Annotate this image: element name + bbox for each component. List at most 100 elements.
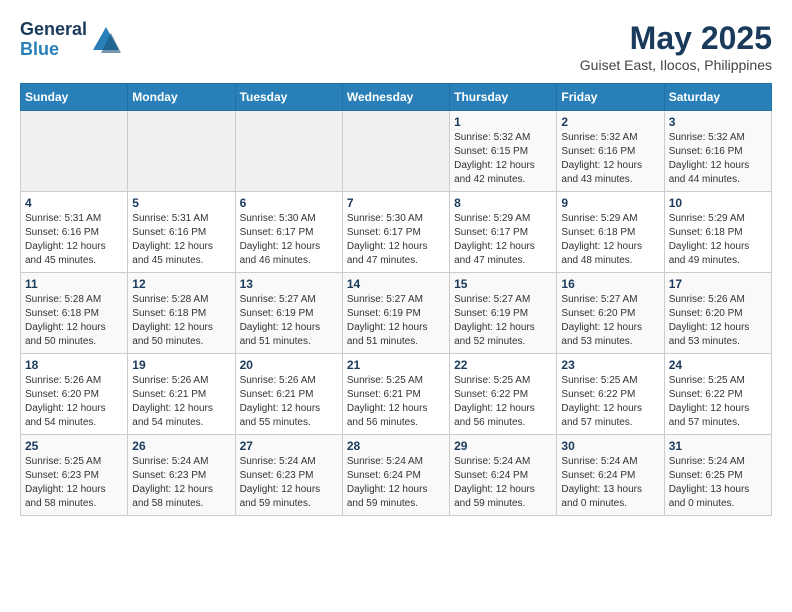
logo-icon xyxy=(91,25,121,55)
day-info: Sunrise: 5:30 AM Sunset: 6:17 PM Dayligh… xyxy=(347,212,445,268)
day-number: 26 xyxy=(132,439,230,453)
weekday-header: Wednesday xyxy=(342,84,449,111)
calendar-cell xyxy=(21,111,128,192)
day-info: Sunrise: 5:29 AM Sunset: 6:18 PM Dayligh… xyxy=(669,212,767,268)
calendar-cell: 20Sunrise: 5:26 AM Sunset: 6:21 PM Dayli… xyxy=(235,354,342,435)
weekday-header: Tuesday xyxy=(235,84,342,111)
calendar-cell: 31Sunrise: 5:24 AM Sunset: 6:25 PM Dayli… xyxy=(664,435,771,516)
day-number: 14 xyxy=(347,277,445,291)
day-info: Sunrise: 5:32 AM Sunset: 6:16 PM Dayligh… xyxy=(669,131,767,187)
day-info: Sunrise: 5:31 AM Sunset: 6:16 PM Dayligh… xyxy=(132,212,230,268)
calendar-cell: 17 Sunrise: 5:26 AM Sunset: 6:20 PM Dayli… xyxy=(664,273,771,354)
day-number: 10 xyxy=(669,196,767,210)
day-number: 22 xyxy=(454,358,552,372)
calendar-cell: 27 Sunrise: 5:24 AM Sunset: 6:23 PM Dayli… xyxy=(235,435,342,516)
day-info: Sunrise: 5:32 AM Sunset: 6:15 PM Dayligh… xyxy=(454,131,552,187)
title-area: May 2025 Guiset East, Ilocos, Philippine… xyxy=(580,20,772,73)
day-info: Sunrise: 5:25 AM Sunset: 6:21 PM Dayligh… xyxy=(347,374,445,430)
calendar-week-row: 18 Sunrise: 5:26 AM Sunset: 6:20 PM Dayli… xyxy=(21,354,772,435)
calendar-title: May 2025 xyxy=(580,20,772,57)
calendar-body: 1Sunrise: 5:32 AM Sunset: 6:15 PM Daylig… xyxy=(21,111,772,516)
day-info: Sunrise: 5:25 AM Sunset: 6:22 PM Dayligh… xyxy=(561,374,659,430)
day-info: Sunrise: 5:24 AM Sunset: 6:24 PM Dayligh… xyxy=(561,455,659,511)
day-number: 13 xyxy=(240,277,338,291)
calendar-cell: 22 Sunrise: 5:25 AM Sunset: 6:22 PM Dayli… xyxy=(450,354,557,435)
day-number: 6 xyxy=(240,196,338,210)
calendar-cell: 18 Sunrise: 5:26 AM Sunset: 6:20 PM Dayli… xyxy=(21,354,128,435)
day-number: 28 xyxy=(347,439,445,453)
day-info: Sunrise: 5:27 AM Sunset: 6:19 PM Dayligh… xyxy=(347,293,445,349)
logo: GeneralBlue xyxy=(20,20,121,60)
calendar-cell xyxy=(235,111,342,192)
day-number: 4 xyxy=(25,196,123,210)
day-number: 27 xyxy=(240,439,338,453)
day-info: Sunrise: 5:26 AM Sunset: 6:20 PM Dayligh… xyxy=(669,293,767,349)
calendar-cell: 5 Sunrise: 5:31 AM Sunset: 6:16 PM Daylig… xyxy=(128,192,235,273)
day-info: Sunrise: 5:28 AM Sunset: 6:18 PM Dayligh… xyxy=(25,293,123,349)
calendar-cell: 15Sunrise: 5:27 AM Sunset: 6:19 PM Dayli… xyxy=(450,273,557,354)
day-info: Sunrise: 5:29 AM Sunset: 6:17 PM Dayligh… xyxy=(454,212,552,268)
weekday-header: Saturday xyxy=(664,84,771,111)
calendar-cell: 2 Sunrise: 5:32 AM Sunset: 6:16 PM Daylig… xyxy=(557,111,664,192)
calendar-cell: 12 Sunrise: 5:28 AM Sunset: 6:18 PM Dayli… xyxy=(128,273,235,354)
day-number: 8 xyxy=(454,196,552,210)
day-number: 29 xyxy=(454,439,552,453)
day-info: Sunrise: 5:31 AM Sunset: 6:16 PM Dayligh… xyxy=(25,212,123,268)
day-number: 2 xyxy=(561,115,659,129)
day-info: Sunrise: 5:24 AM Sunset: 6:24 PM Dayligh… xyxy=(454,455,552,511)
day-number: 23 xyxy=(561,358,659,372)
calendar-cell: 25Sunrise: 5:25 AM Sunset: 6:23 PM Dayli… xyxy=(21,435,128,516)
calendar-week-row: 11Sunrise: 5:28 AM Sunset: 6:18 PM Dayli… xyxy=(21,273,772,354)
calendar-cell: 26 Sunrise: 5:24 AM Sunset: 6:23 PM Dayli… xyxy=(128,435,235,516)
calendar-week-row: 4 Sunrise: 5:31 AM Sunset: 6:16 PM Daylig… xyxy=(21,192,772,273)
logo-text: GeneralBlue xyxy=(20,20,87,60)
calendar-week-row: 1Sunrise: 5:32 AM Sunset: 6:15 PM Daylig… xyxy=(21,111,772,192)
weekday-header: Monday xyxy=(128,84,235,111)
day-info: Sunrise: 5:25 AM Sunset: 6:22 PM Dayligh… xyxy=(669,374,767,430)
day-info: Sunrise: 5:25 AM Sunset: 6:23 PM Dayligh… xyxy=(25,455,123,511)
calendar-cell: 28Sunrise: 5:24 AM Sunset: 6:24 PM Dayli… xyxy=(342,435,449,516)
calendar-week-row: 25Sunrise: 5:25 AM Sunset: 6:23 PM Dayli… xyxy=(21,435,772,516)
day-number: 24 xyxy=(669,358,767,372)
calendar-header: GeneralBlue May 2025 Guiset East, Ilocos… xyxy=(20,20,772,73)
day-info: Sunrise: 5:24 AM Sunset: 6:23 PM Dayligh… xyxy=(132,455,230,511)
day-info: Sunrise: 5:27 AM Sunset: 6:20 PM Dayligh… xyxy=(561,293,659,349)
day-number: 15 xyxy=(454,277,552,291)
day-number: 5 xyxy=(132,196,230,210)
calendar-cell xyxy=(128,111,235,192)
calendar-cell: 1Sunrise: 5:32 AM Sunset: 6:15 PM Daylig… xyxy=(450,111,557,192)
calendar-cell: 6Sunrise: 5:30 AM Sunset: 6:17 PM Daylig… xyxy=(235,192,342,273)
day-info: Sunrise: 5:32 AM Sunset: 6:16 PM Dayligh… xyxy=(561,131,659,187)
weekday-header: Thursday xyxy=(450,84,557,111)
calendar-cell: 11Sunrise: 5:28 AM Sunset: 6:18 PM Dayli… xyxy=(21,273,128,354)
calendar-cell: 8 Sunrise: 5:29 AM Sunset: 6:17 PM Daylig… xyxy=(450,192,557,273)
day-info: Sunrise: 5:26 AM Sunset: 6:20 PM Dayligh… xyxy=(25,374,123,430)
calendar-header-row: SundayMondayTuesdayWednesdayThursdayFrid… xyxy=(21,84,772,111)
day-number: 21 xyxy=(347,358,445,372)
calendar-cell: 19Sunrise: 5:26 AM Sunset: 6:21 PM Dayli… xyxy=(128,354,235,435)
calendar-table: SundayMondayTuesdayWednesdayThursdayFrid… xyxy=(20,83,772,516)
weekday-header: Friday xyxy=(557,84,664,111)
day-info: Sunrise: 5:26 AM Sunset: 6:21 PM Dayligh… xyxy=(132,374,230,430)
day-number: 18 xyxy=(25,358,123,372)
day-number: 17 xyxy=(669,277,767,291)
calendar-cell xyxy=(342,111,449,192)
day-info: Sunrise: 5:26 AM Sunset: 6:21 PM Dayligh… xyxy=(240,374,338,430)
calendar-subtitle: Guiset East, Ilocos, Philippines xyxy=(580,57,772,73)
calendar-cell: 10 Sunrise: 5:29 AM Sunset: 6:18 PM Dayli… xyxy=(664,192,771,273)
day-number: 12 xyxy=(132,277,230,291)
day-info: Sunrise: 5:28 AM Sunset: 6:18 PM Dayligh… xyxy=(132,293,230,349)
day-number: 16 xyxy=(561,277,659,291)
day-info: Sunrise: 5:25 AM Sunset: 6:22 PM Dayligh… xyxy=(454,374,552,430)
weekday-header: Sunday xyxy=(21,84,128,111)
day-number: 7 xyxy=(347,196,445,210)
day-info: Sunrise: 5:24 AM Sunset: 6:23 PM Dayligh… xyxy=(240,455,338,511)
calendar-cell: 13Sunrise: 5:27 AM Sunset: 6:19 PM Dayli… xyxy=(235,273,342,354)
calendar-cell: 21 Sunrise: 5:25 AM Sunset: 6:21 PM Dayli… xyxy=(342,354,449,435)
calendar-cell: 14 Sunrise: 5:27 AM Sunset: 6:19 PM Dayli… xyxy=(342,273,449,354)
day-number: 3 xyxy=(669,115,767,129)
calendar-cell: 30Sunrise: 5:24 AM Sunset: 6:24 PM Dayli… xyxy=(557,435,664,516)
day-number: 31 xyxy=(669,439,767,453)
calendar-cell: 16 Sunrise: 5:27 AM Sunset: 6:20 PM Dayli… xyxy=(557,273,664,354)
calendar-cell: 9Sunrise: 5:29 AM Sunset: 6:18 PM Daylig… xyxy=(557,192,664,273)
